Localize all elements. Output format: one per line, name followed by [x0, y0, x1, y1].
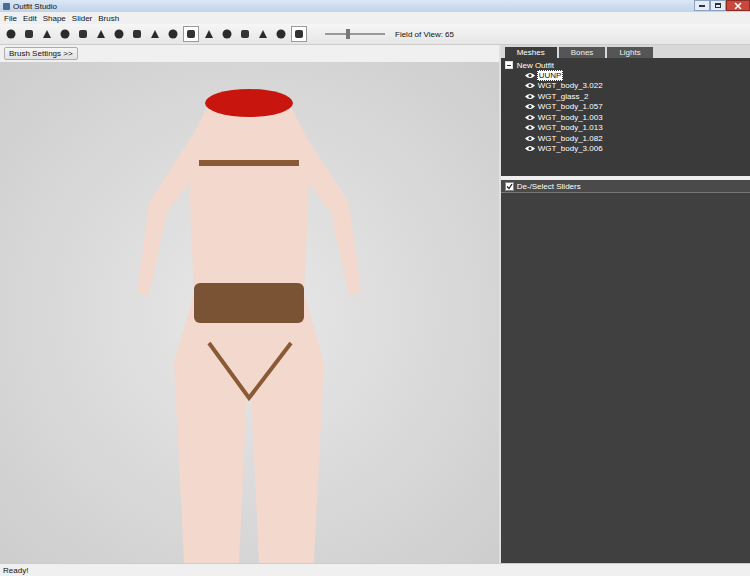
eye-icon[interactable] [525, 72, 535, 79]
tool-button[interactable] [21, 26, 37, 42]
eye-icon[interactable] [525, 145, 535, 152]
fov-slider[interactable] [325, 33, 385, 35]
tool-button[interactable] [255, 26, 271, 42]
tool-button[interactable] [39, 26, 55, 42]
eye-icon[interactable] [525, 124, 535, 131]
toolbar: Field of View: 65 [0, 24, 750, 45]
tool-icon [167, 28, 179, 40]
tool-icon [131, 28, 143, 40]
status-bar: Ready! [0, 563, 750, 576]
tool-icon [293, 28, 305, 40]
tool-icon [95, 28, 107, 40]
tool-icon [185, 28, 197, 40]
fov-label: Field of View: 65 [395, 30, 454, 39]
eye-icon[interactable] [525, 114, 535, 121]
mesh-item[interactable]: WGT_body_3.022 [505, 81, 746, 92]
tool-button[interactable] [237, 26, 253, 42]
maximize-button[interactable] [710, 0, 726, 11]
tool-button[interactable] [291, 26, 307, 42]
tab[interactable]: Meshes [505, 47, 557, 58]
tool-icon [77, 28, 89, 40]
tool-icon [113, 28, 125, 40]
mesh-item[interactable]: WGT_body_1.057 [505, 102, 746, 113]
menu-bar: File Edit Shape Slider Brush [0, 12, 750, 24]
app-icon [3, 3, 10, 10]
tree-root[interactable]: New Outfit [505, 60, 746, 70]
3d-viewport[interactable] [0, 62, 499, 563]
check-icon [506, 183, 513, 190]
tool-icon [5, 28, 17, 40]
tool-button[interactable] [93, 26, 109, 42]
tool-icon [59, 28, 71, 40]
menu-item[interactable]: Shape [43, 14, 66, 23]
minimize-button[interactable] [694, 0, 710, 11]
mesh-tree: New OutfitUUNPWGT_body_3.022WGT_glass_2W… [501, 58, 750, 180]
eye-icon[interactable] [525, 93, 535, 100]
outfit-studio-window: Outfit Studio File Edit Shape Slider Brush Fie… [0, 0, 750, 576]
mesh-item[interactable]: WGT_body_1.082 [505, 133, 746, 144]
tool-icon [221, 28, 233, 40]
tool-icon [41, 28, 53, 40]
menu-item[interactable]: File [4, 14, 17, 23]
tool-button[interactable] [219, 26, 235, 42]
brush-settings-button[interactable]: Brush Settings >> [4, 47, 78, 60]
eye-icon[interactable] [525, 103, 535, 110]
menu-item[interactable]: Edit [23, 14, 37, 23]
tool-button[interactable] [183, 26, 199, 42]
sliders-header: De-/Select Sliders [501, 180, 750, 193]
eye-icon[interactable] [525, 82, 535, 89]
tool-button[interactable] [147, 26, 163, 42]
tab[interactable]: Bones [559, 47, 606, 58]
menu-item[interactable]: Brush [98, 14, 119, 23]
tool-button[interactable] [75, 26, 91, 42]
tool-icon [203, 28, 215, 40]
tool-icon [257, 28, 269, 40]
mesh-item[interactable]: UUNP [505, 70, 746, 81]
tool-icon [239, 28, 251, 40]
sliders-panel: De-/Select Sliders [501, 180, 750, 563]
tool-icon [275, 28, 287, 40]
tool-button[interactable] [57, 26, 73, 42]
tool-button[interactable] [129, 26, 145, 42]
close-button[interactable] [726, 0, 750, 11]
tool-icon [149, 28, 161, 40]
mesh-item[interactable]: WGT_body_1.013 [505, 123, 746, 134]
tool-button[interactable] [111, 26, 127, 42]
title-bar: Outfit Studio [0, 0, 750, 12]
mesh-item[interactable]: WGT_body_1.003 [505, 112, 746, 123]
mesh-item[interactable]: WGT_glass_2 [505, 91, 746, 102]
body-model[interactable] [99, 63, 399, 563]
tool-button[interactable] [3, 26, 19, 42]
eye-icon[interactable] [525, 135, 535, 142]
tool-button[interactable] [201, 26, 217, 42]
tool-icon [23, 28, 35, 40]
collapse-icon[interactable] [505, 61, 513, 69]
close-icon [734, 2, 742, 10]
mesh-item[interactable]: WGT_body_3.006 [505, 144, 746, 155]
panel-tabs: MeshesBonesLights [501, 45, 750, 58]
tool-button[interactable] [273, 26, 289, 42]
fov-slider-thumb[interactable] [346, 29, 350, 39]
menu-item[interactable]: Slider [72, 14, 92, 23]
window-title: Outfit Studio [13, 2, 57, 11]
tool-button[interactable] [165, 26, 181, 42]
select-sliders-checkbox[interactable] [505, 182, 514, 191]
tab[interactable]: Lights [607, 47, 652, 58]
